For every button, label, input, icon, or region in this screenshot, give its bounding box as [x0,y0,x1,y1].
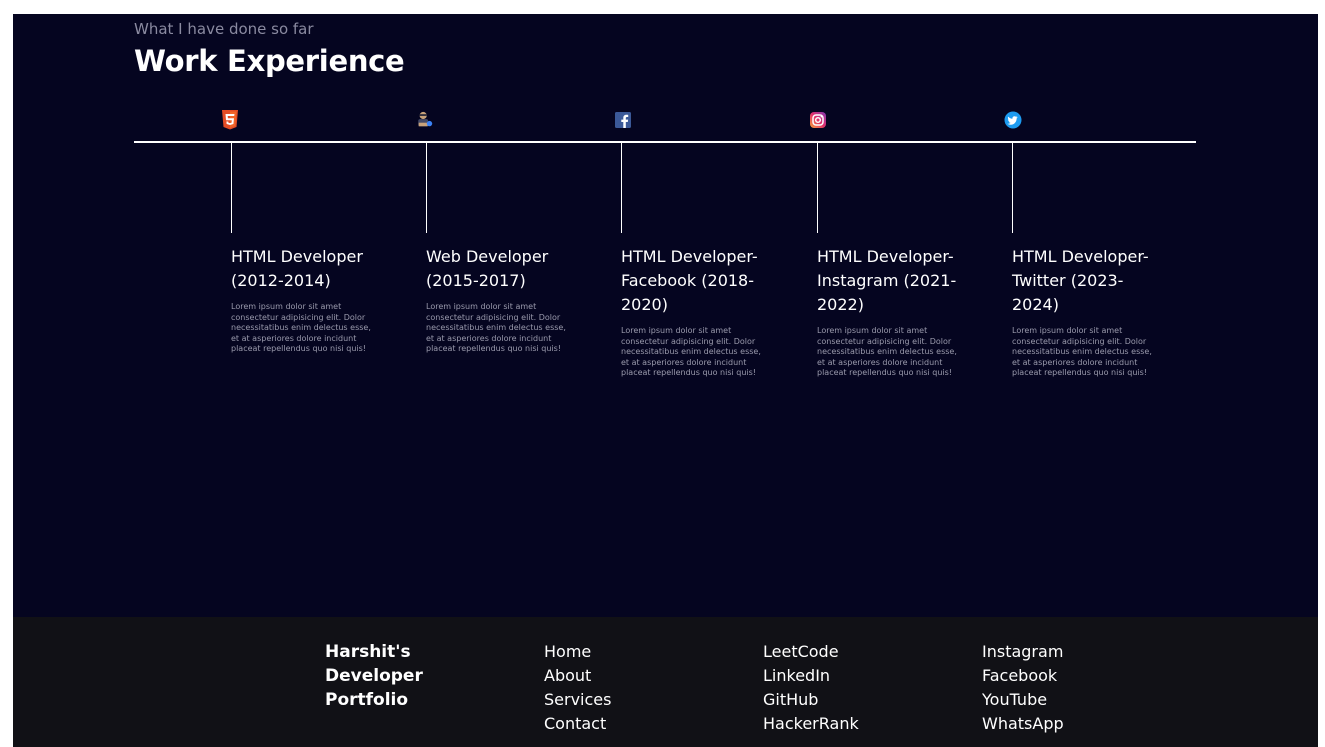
footer-link-github[interactable]: GitHub [763,688,859,712]
footer-link-linkedin[interactable]: LinkedIn [763,664,859,688]
twitter-icon [1004,111,1022,129]
section-title: Work Experience [134,44,405,78]
timeline-connector [426,143,427,233]
experience-card: HTML Developer-Facebook (2018-2020) Lore… [621,245,771,379]
timeline-connector [621,143,622,233]
instagram-icon [809,111,827,129]
experience-card: HTML Developer-Twitter (2023-2024) Lorem… [1012,245,1162,379]
footer-link-about[interactable]: About [544,664,611,688]
experience-card: HTML Developer (2012-2014) Lorem ipsum d… [231,245,381,355]
experience-description: Lorem ipsum dolor sit amet consectetur a… [817,326,957,377]
experience-description: Lorem ipsum dolor sit amet consectetur a… [426,302,566,353]
footer-link-contact[interactable]: Contact [544,712,611,736]
footer-link-services[interactable]: Services [544,688,611,712]
experience-title: Web Developer (2015-2017) [426,247,549,290]
experience-title: HTML Developer (2012-2014) [231,247,363,290]
footer-nav-links: Home About Services Contact [544,640,611,736]
experience-description: Lorem ipsum dolor sit amet consectetur a… [231,302,371,353]
footer: Harshit's Developer Portfolio Home About… [13,617,1318,747]
experience-title: HTML Developer-Instagram (2021-2022) [817,247,957,314]
footer-coding-links: LeetCode LinkedIn GitHub HackerRank [763,640,859,736]
experience-description: Lorem ipsum dolor sit amet consectetur a… [621,326,761,377]
footer-link-leetcode[interactable]: LeetCode [763,640,859,664]
experience-card: HTML Developer-Instagram (2021-2022) Lor… [817,245,967,379]
footer-link-home[interactable]: Home [544,640,611,664]
experience-title: HTML Developer-Twitter (2023-2024) [1012,247,1149,314]
footer-social-links: Instagram Facebook YouTube WhatsApp [982,640,1064,736]
footer-link-facebook[interactable]: Facebook [982,664,1064,688]
developer-avatar-icon [416,111,434,129]
page-frame: What I have done so far Work Experience [13,14,1318,747]
timeline-connector [1012,143,1013,233]
footer-link-whatsapp[interactable]: WhatsApp [982,712,1064,736]
footer-link-youtube[interactable]: YouTube [982,688,1064,712]
timeline-connector [817,143,818,233]
experience-title: HTML Developer-Facebook (2018-2020) [621,247,758,314]
experience-card: Web Developer (2015-2017) Lorem ipsum do… [426,245,576,355]
footer-brand: Harshit's Developer Portfolio [325,642,423,710]
html5-icon [221,110,239,130]
footer-link-hackerrank[interactable]: HackerRank [763,712,859,736]
footer-link-instagram[interactable]: Instagram [982,640,1064,664]
timeline-line [134,141,1196,143]
timeline-connector [231,143,232,233]
experience-description: Lorem ipsum dolor sit amet consectetur a… [1012,326,1152,377]
facebook-icon [614,111,632,129]
section-subtitle: What I have done so far [134,20,314,38]
